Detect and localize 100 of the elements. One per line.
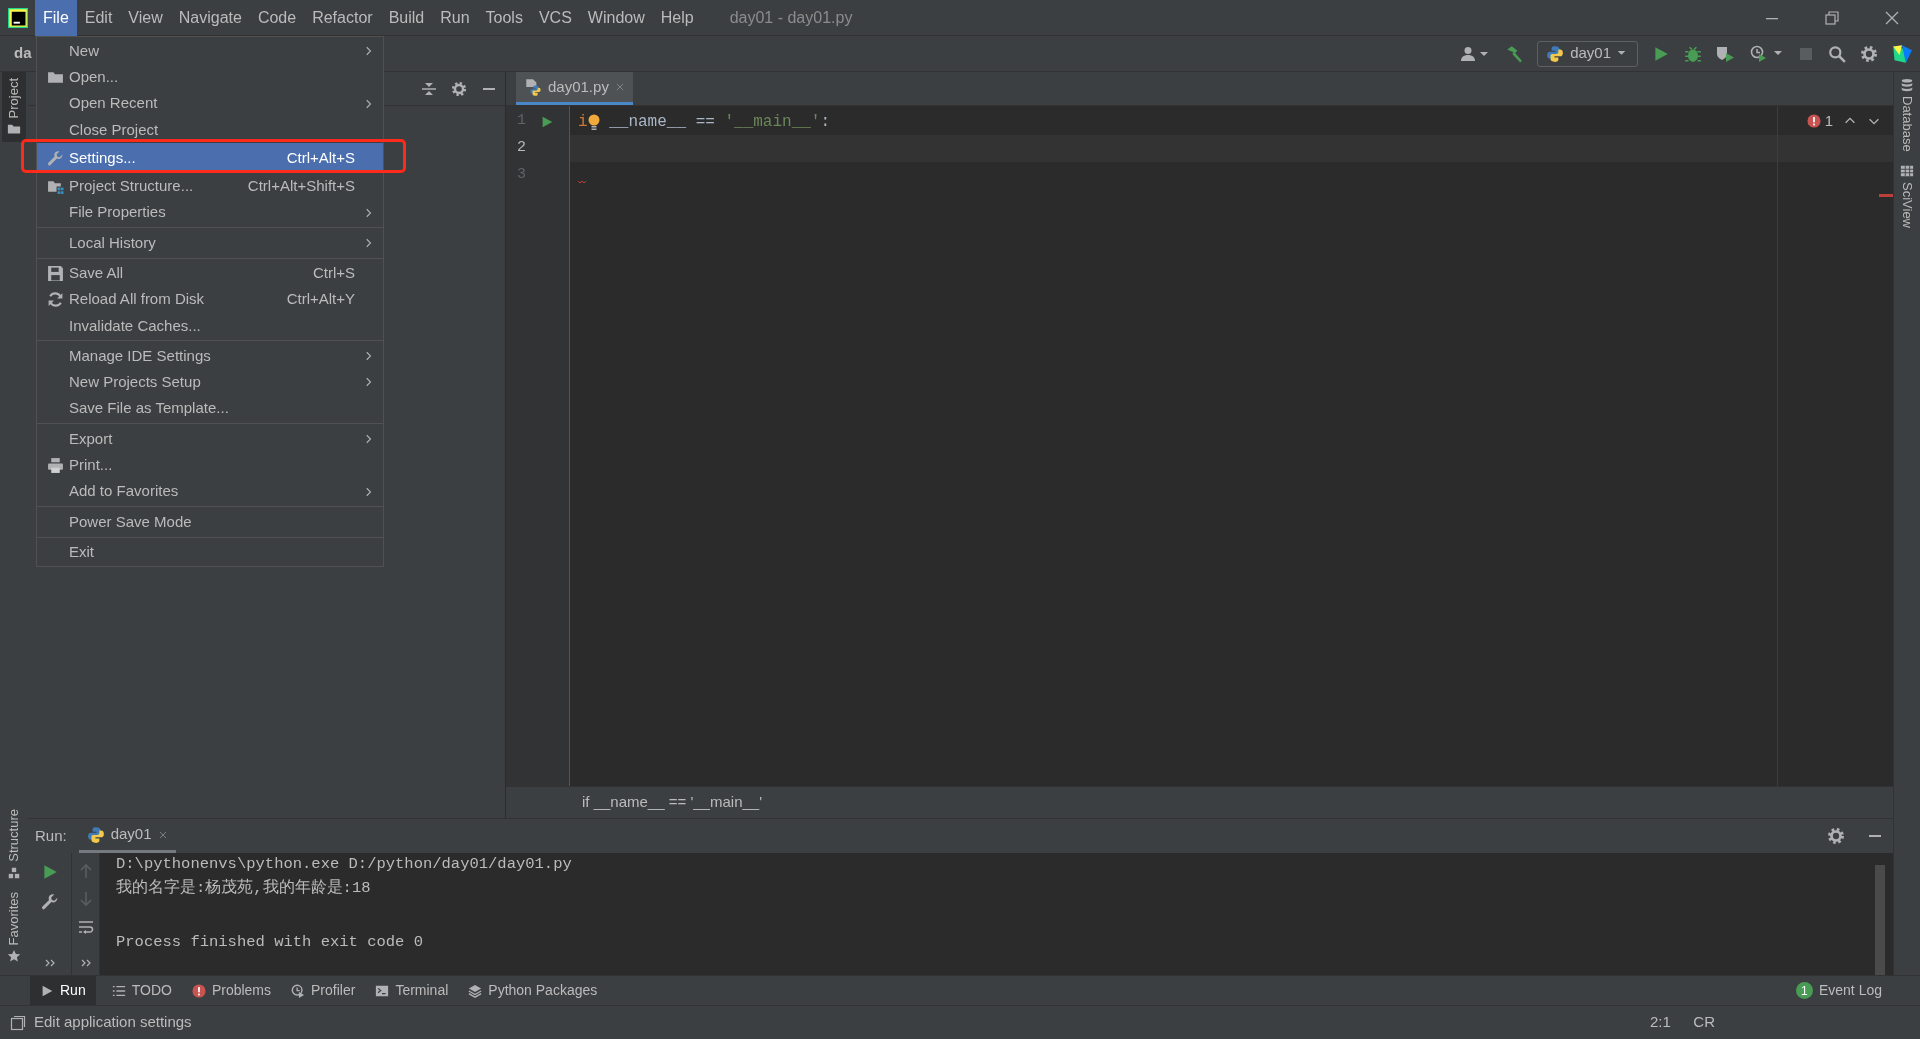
- status-message: Edit application settings: [34, 1012, 192, 1033]
- menu-item[interactable]: Export: [37, 425, 383, 453]
- toolbox-logo-icon[interactable]: [1892, 43, 1912, 64]
- clock-play-caret-icon[interactable]: [1750, 44, 1784, 63]
- menu-bar-item[interactable]: Build: [380, 0, 433, 36]
- console-line: 我的名字是:杨茂苑,我的年龄是:18: [116, 877, 372, 899]
- settings-icon[interactable]: [1860, 44, 1878, 63]
- close-icon: [614, 82, 625, 92]
- menu-bar-item[interactable]: Refactor: [304, 0, 381, 36]
- menu-item[interactable]: Local History: [37, 229, 383, 257]
- soft-wrap-icon[interactable]: [77, 919, 94, 935]
- tool-window-button[interactable]: SciView: [1895, 157, 1919, 234]
- menu-item[interactable]: Reload All from Disk Ctrl+Alt+Y: [37, 286, 383, 313]
- code-token: :: [820, 111, 831, 133]
- run-gutter-icon[interactable]: [540, 114, 554, 129]
- tool-window-button[interactable]: Profiler: [281, 976, 366, 1005]
- caret-position[interactable]: 2:1: [1649, 1011, 1671, 1034]
- error-icon: [191, 983, 206, 998]
- menu-item[interactable]: Save File as Template...: [37, 395, 383, 422]
- menu-item[interactable]: Manage IDE Settings: [37, 342, 383, 370]
- search-icon[interactable]: [1828, 44, 1846, 63]
- tool-window-button[interactable]: Project: [2, 72, 26, 143]
- menu-item[interactable]: Open Recent: [37, 90, 383, 117]
- error-icon[interactable]: [1806, 114, 1821, 129]
- menu-bar-item[interactable]: Edit: [76, 0, 121, 36]
- menu-bar-item[interactable]: Run: [432, 0, 478, 36]
- breadcrumb-item[interactable]: da: [14, 42, 32, 65]
- menu-item[interactable]: Print...: [37, 452, 383, 479]
- grid-icon: [1900, 163, 1914, 178]
- tool-window-button[interactable]: Structure: [2, 802, 26, 886]
- tool-window-button[interactable]: Problems: [181, 976, 282, 1005]
- shield-play-icon[interactable]: [1716, 44, 1736, 63]
- menu-item[interactable]: Open...: [37, 64, 383, 91]
- settings-icon[interactable]: [451, 80, 467, 97]
- close-icon: [157, 829, 168, 840]
- code-token: '__main__': [724, 111, 821, 133]
- tool-window-button[interactable]: Python Packages: [458, 976, 608, 1005]
- arrow-up-icon: [78, 863, 93, 879]
- menu-bar-item[interactable]: Tools: [477, 0, 531, 36]
- menu-bar-item[interactable]: File: [35, 0, 77, 36]
- menu-item[interactable]: New Projects Setup: [37, 369, 383, 396]
- menu-bar-item[interactable]: Navigate: [170, 0, 250, 36]
- scrollbar[interactable]: [1875, 865, 1885, 975]
- panel-toggle-icon[interactable]: [10, 1014, 26, 1031]
- arrow-down-icon: [78, 891, 93, 907]
- line-separator[interactable]: CR: [1693, 1011, 1715, 1034]
- menu-item[interactable]: New: [37, 38, 383, 65]
- menu-item[interactable]: Project Structure... Ctrl+Alt+Shift+S: [37, 173, 383, 200]
- hammer-icon[interactable]: [1505, 44, 1524, 63]
- wrench-icon: [46, 149, 64, 167]
- star-icon: [7, 949, 21, 963]
- menu-bar-item[interactable]: Window: [579, 0, 653, 36]
- menu-bar-item[interactable]: Code: [249, 0, 305, 36]
- breadcrumb-item[interactable]: if __name__ == '__main__': [582, 791, 763, 814]
- play-icon: [40, 983, 54, 998]
- line-number: 2: [516, 138, 526, 159]
- error-stripe-mark: [1879, 194, 1893, 197]
- printer-icon: [46, 456, 64, 474]
- run-icon[interactable]: [1652, 44, 1670, 63]
- tool-window-button[interactable]: Run: [30, 976, 96, 1005]
- settings-icon[interactable]: [1826, 827, 1845, 845]
- python-icon: [1546, 44, 1565, 63]
- run-configuration-dropdown[interactable]: day01: [1537, 40, 1638, 67]
- menu-item[interactable]: Add to Favorites: [37, 478, 383, 505]
- bug-icon[interactable]: [1684, 44, 1702, 63]
- menu-item[interactable]: Exit: [37, 539, 383, 566]
- reload-icon: [46, 291, 64, 308]
- menu-item[interactable]: Invalidate Caches...: [37, 312, 383, 339]
- tool-window-button[interactable]: TODO: [101, 976, 182, 1005]
- database-icon: [1900, 78, 1914, 92]
- menu-bar-item[interactable]: VCS: [530, 0, 580, 36]
- wrench-icon[interactable]: [40, 893, 59, 911]
- close-icon[interactable]: [1884, 9, 1900, 26]
- console-line: D:\pythonenvs\python.exe D:/python/day01/day01.py: [116, 854, 573, 875]
- terminal-icon: [375, 983, 390, 998]
- app-logo-icon: [7, 7, 28, 28]
- window-title: day01 - day01.py: [729, 7, 853, 28]
- menu-item[interactable]: Power Save Mode: [37, 508, 383, 536]
- layers-icon: [468, 983, 483, 998]
- collapse-all-icon[interactable]: [421, 80, 437, 97]
- menu-item[interactable]: Close Project: [37, 116, 383, 144]
- notification-count: 1: [1795, 982, 1813, 999]
- menu-item[interactable]: File Properties: [37, 199, 383, 226]
- tool-window-button[interactable]: Favorites: [2, 885, 26, 969]
- editor-tab[interactable]: day01.py: [516, 72, 633, 105]
- panel-title: Run:: [35, 825, 67, 846]
- stop-icon: [1798, 45, 1814, 62]
- tool-window-button[interactable]: Database: [1895, 72, 1919, 158]
- code-token: i: [578, 111, 588, 133]
- python-icon: [86, 825, 105, 844]
- error-count: 1: [1824, 111, 1833, 131]
- console-line: Process finished with exit code 0: [116, 932, 424, 953]
- event-log-button[interactable]: 1 Event Log: [1785, 976, 1892, 1005]
- menu-bar-item[interactable]: Help: [652, 0, 702, 36]
- restore-icon[interactable]: [1824, 9, 1840, 26]
- python-file-icon: [524, 78, 542, 96]
- tool-window-button[interactable]: Terminal: [365, 976, 459, 1005]
- menu-item[interactable]: Save All Ctrl+S: [37, 260, 383, 287]
- menu-bar-item[interactable]: View: [120, 0, 171, 36]
- lightbulb-icon[interactable]: [587, 112, 600, 131]
